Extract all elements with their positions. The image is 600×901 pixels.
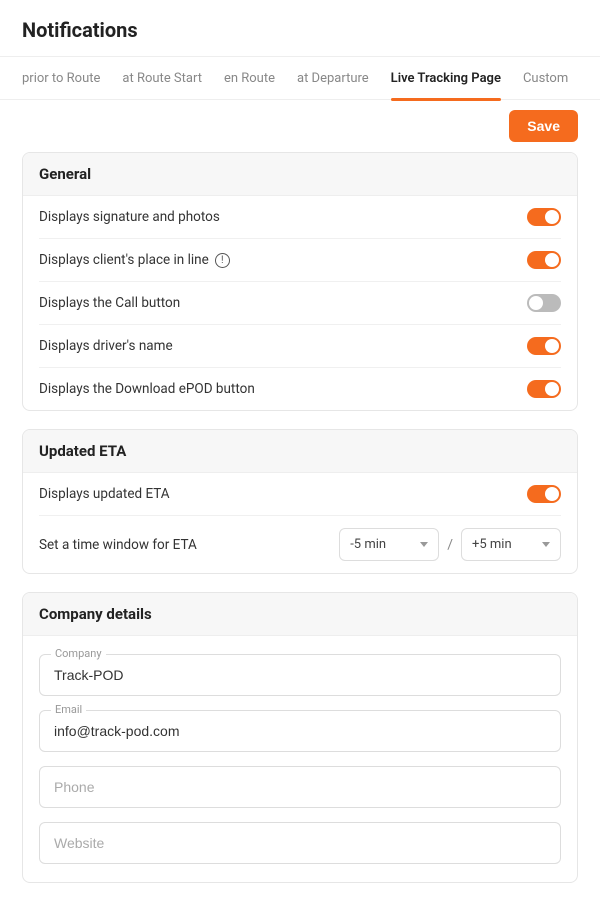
panel-company-title: Company details — [23, 593, 577, 636]
tab-live-tracking-page[interactable]: Live Tracking Page — [391, 56, 501, 100]
panel-general: General Displays signature and photos Dis… — [22, 152, 578, 411]
email-field[interactable] — [39, 710, 561, 752]
page-title: Notifications — [22, 18, 578, 42]
tab-prior-to-route[interactable]: prior to Route — [22, 56, 100, 100]
eta-toggle-label: Displays updated ETA — [39, 486, 170, 502]
email-label: Email — [51, 703, 86, 716]
tab-at-route-start[interactable]: at Route Start — [122, 56, 202, 100]
toggle[interactable] — [527, 294, 561, 312]
chevron-down-icon — [420, 542, 428, 547]
tab-en-route[interactable]: en Route — [224, 56, 275, 100]
eta-separator: / — [447, 537, 453, 553]
general-row-label: Displays the Download ePOD button — [39, 381, 255, 397]
toggle[interactable] — [527, 251, 561, 269]
general-row: Displays the Call button — [39, 282, 561, 325]
phone-field[interactable] — [39, 766, 561, 808]
eta-upper-select[interactable]: +5 min — [461, 528, 561, 561]
panel-eta-title: Updated ETA — [23, 430, 577, 473]
general-row-label: Displays driver's name — [39, 338, 173, 354]
toggle[interactable] — [527, 337, 561, 355]
general-row-label: Displays the Call button — [39, 295, 180, 311]
eta-toggle-row: Displays updated ETA — [39, 473, 561, 516]
eta-window-label: Set a time window for ETA — [39, 537, 197, 553]
toggle[interactable] — [527, 380, 561, 398]
eta-lower-select[interactable]: -5 min — [339, 528, 439, 561]
company-label: Company — [51, 647, 106, 660]
company-field[interactable] — [39, 654, 561, 696]
eta-window-row: Set a time window for ETA -5 min / +5 mi… — [39, 516, 561, 573]
eta-lower-value: -5 min — [350, 537, 386, 552]
info-icon[interactable]: ! — [215, 253, 230, 268]
general-row: Displays the Download ePOD button — [39, 368, 561, 410]
toggle-updated-eta[interactable] — [527, 485, 561, 503]
general-row-label: Displays client's place in line — [39, 252, 209, 268]
general-row: Displays client's place in line! — [39, 239, 561, 282]
save-button[interactable]: Save — [509, 110, 578, 142]
general-row: Displays driver's name — [39, 325, 561, 368]
general-row-label: Displays signature and photos — [39, 209, 220, 225]
eta-upper-value: +5 min — [472, 537, 512, 552]
panel-company: Company details Company Email — [22, 592, 578, 883]
website-field[interactable] — [39, 822, 561, 864]
panel-eta: Updated ETA Displays updated ETA Set a t… — [22, 429, 578, 574]
chevron-down-icon — [542, 542, 550, 547]
panel-general-title: General — [23, 153, 577, 196]
tab-custom[interactable]: Custom — [523, 56, 568, 100]
general-row: Displays signature and photos — [39, 196, 561, 239]
toggle[interactable] — [527, 208, 561, 226]
tabs: prior to Route at Route Start en Route at D… — [0, 56, 600, 100]
tab-at-departure[interactable]: at Departure — [297, 56, 369, 100]
